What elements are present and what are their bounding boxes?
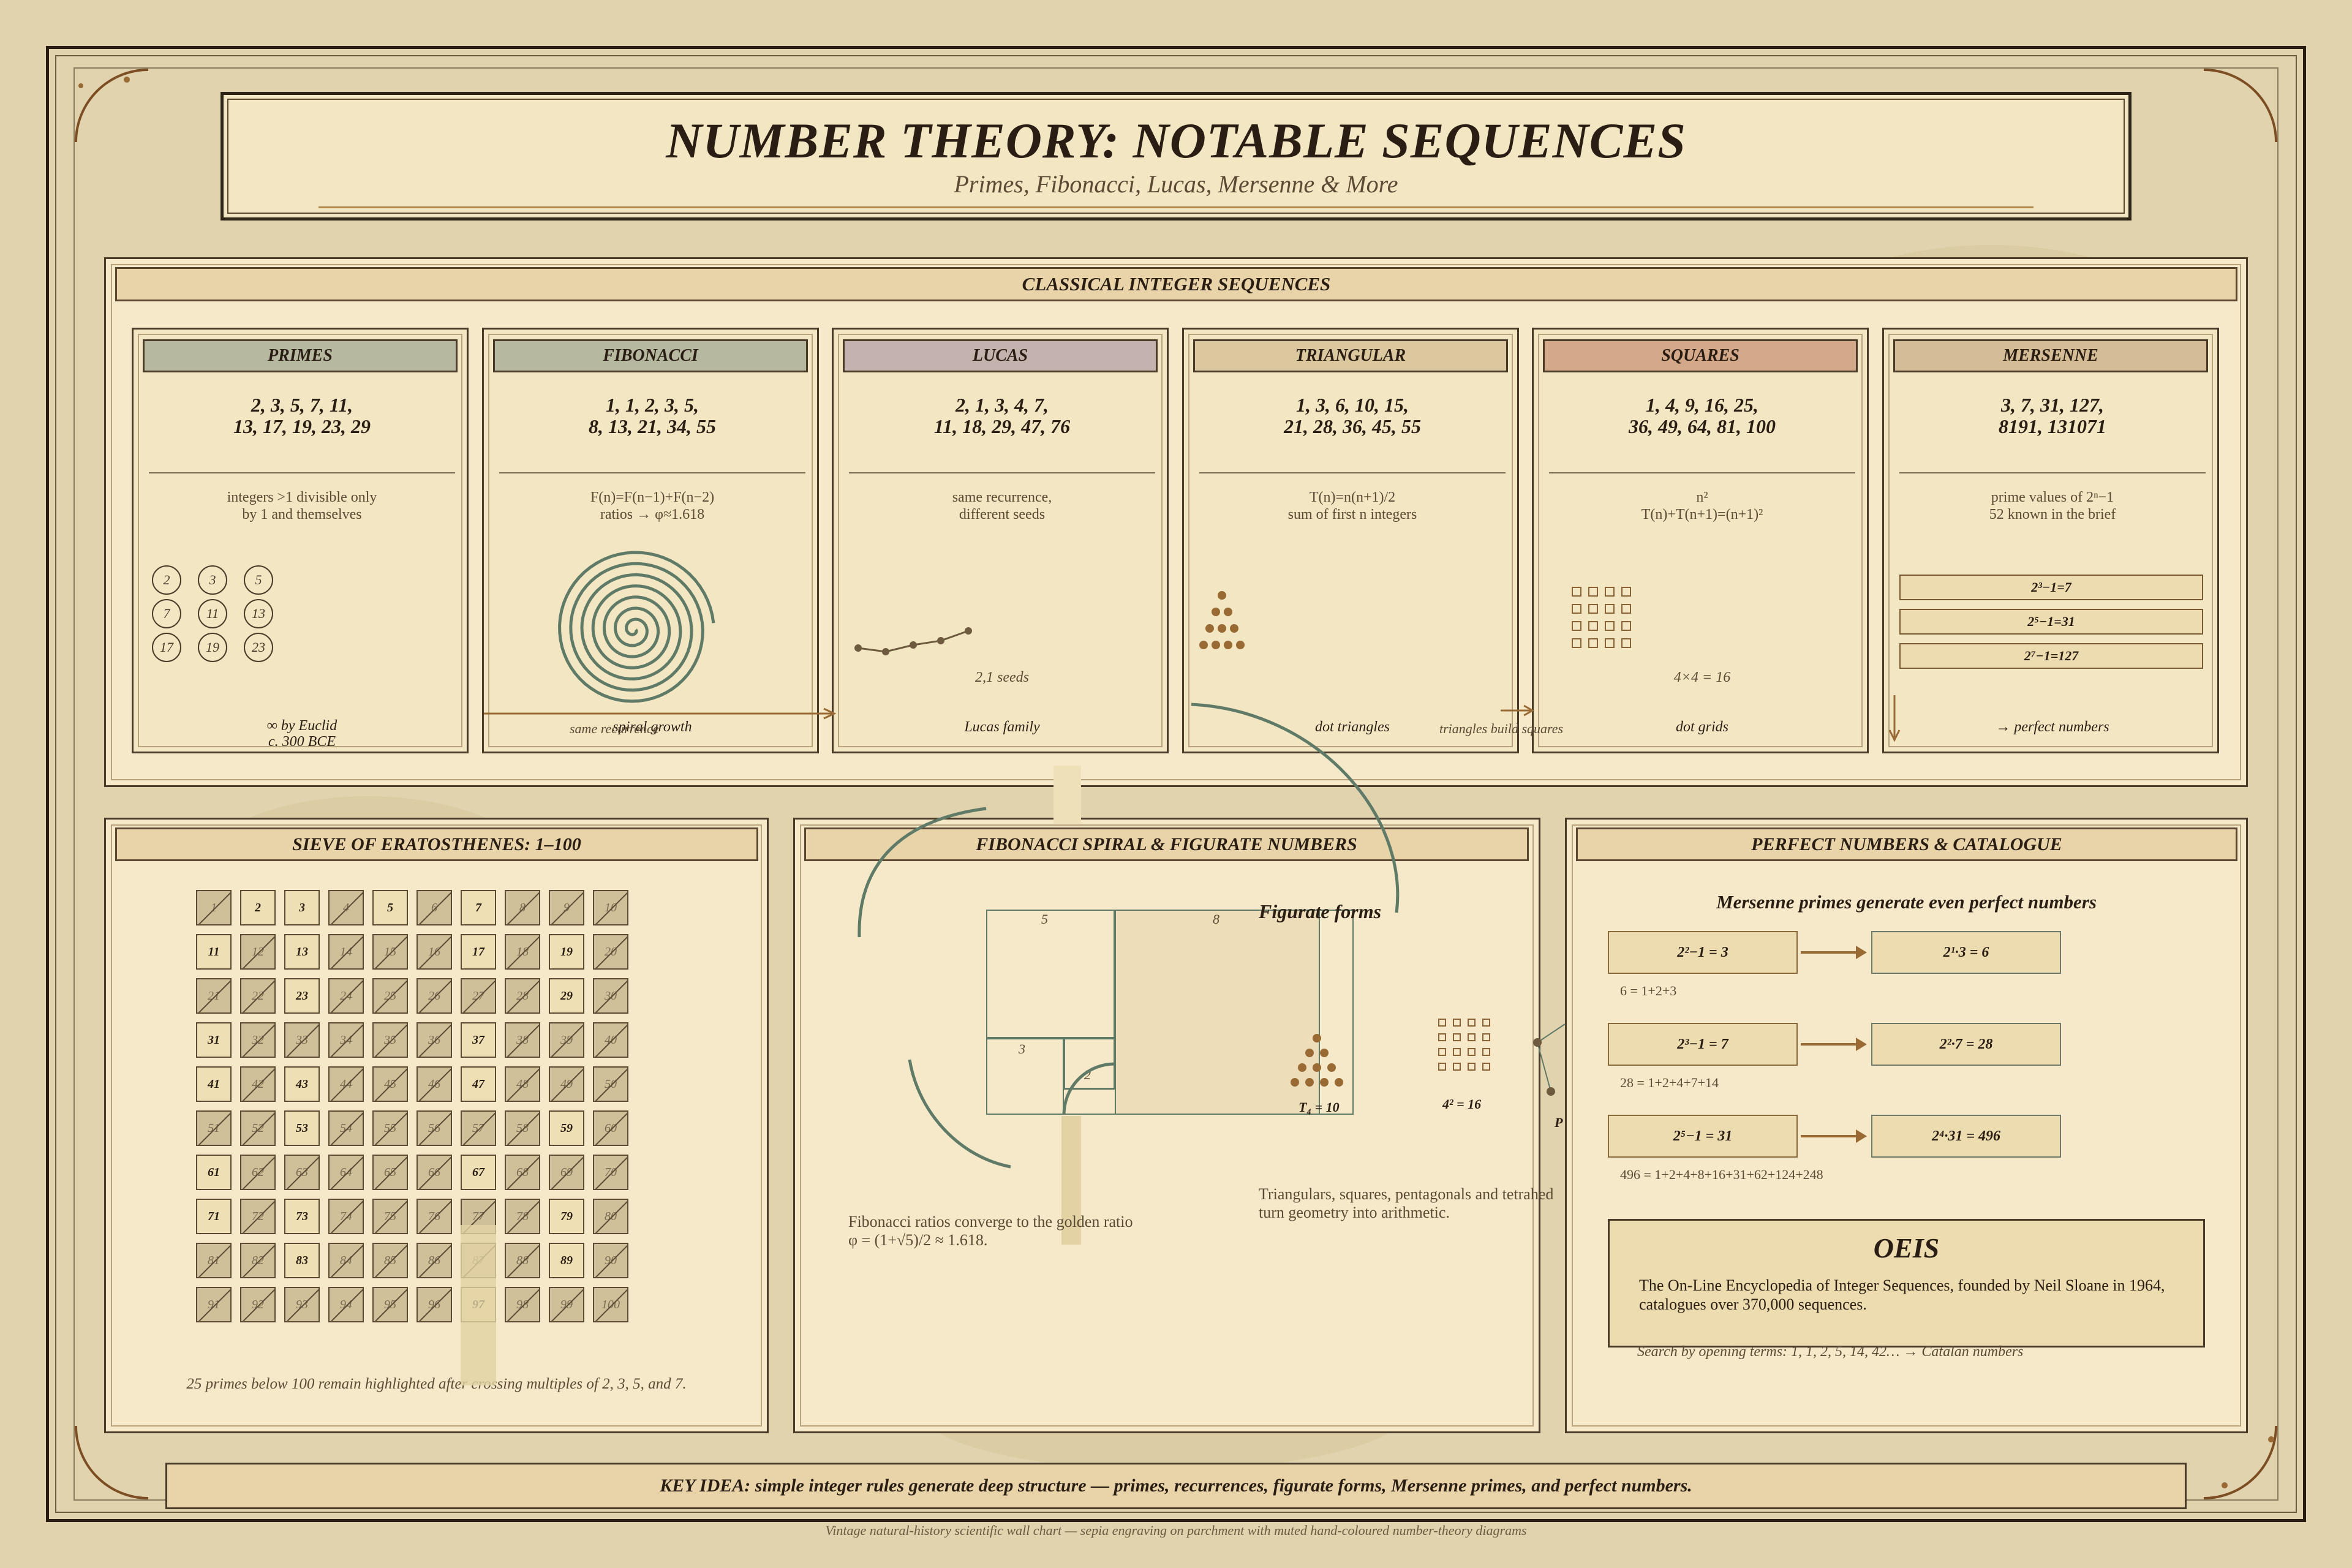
title-ornaments xyxy=(78,77,2274,1488)
pentagon-vertex xyxy=(1547,1087,1555,1096)
connector-note-triangles-squares: triangles build squares xyxy=(1439,721,1564,736)
pentagon-edges xyxy=(1537,1023,1566,1092)
pentagon-vertex xyxy=(1533,1038,1542,1047)
spiral-arc-lower xyxy=(908,1059,1011,1169)
connector-note-same-recurrence: same recurrence xyxy=(570,721,659,736)
spiral-arc-large xyxy=(1191,703,1400,913)
spiral-arc-upper xyxy=(858,807,987,938)
decorative-overlay xyxy=(78,77,2274,1488)
